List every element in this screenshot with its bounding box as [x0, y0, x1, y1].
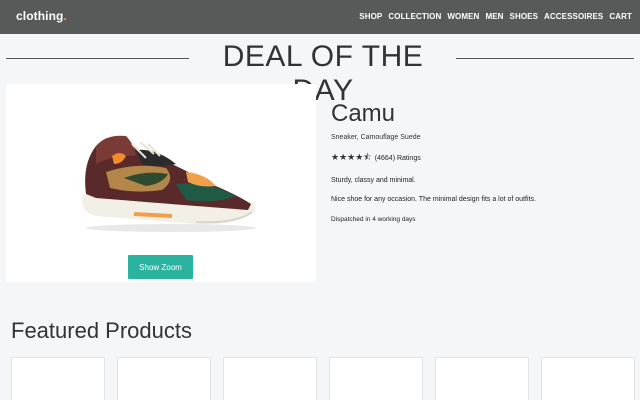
featured-products-list: [11, 357, 635, 400]
brand-logo[interactable]: clothing.: [16, 9, 67, 23]
nav-link-accessoires[interactable]: ACCESSOIRES: [544, 12, 603, 21]
product-image[interactable]: [6, 84, 316, 282]
product-card[interactable]: [329, 357, 423, 400]
nav-link-shoes[interactable]: SHOES: [510, 12, 539, 21]
product-description-short: Sturdy, classy and minimal.: [331, 177, 416, 184]
nav-link-women[interactable]: WOMEN: [447, 12, 479, 21]
product-card[interactable]: [117, 357, 211, 400]
nav-link-men[interactable]: MEN: [485, 12, 503, 21]
show-zoom-button[interactable]: Show Zoom: [128, 255, 193, 279]
navbar: clothing. SHOP COLLECTION WOMEN MEN SHOE…: [0, 0, 640, 34]
deal-divider-right: [456, 58, 634, 59]
deal-divider-left: [6, 58, 189, 59]
sneaker-image: [81, 135, 256, 232]
dispatch-info: Dispatched in 4 working days: [331, 216, 416, 223]
rating-count: (4664) Ratings: [374, 154, 421, 162]
brand-text: clothing: [16, 9, 64, 23]
product-card[interactable]: [541, 357, 635, 400]
product-name: Camu: [331, 100, 396, 127]
nav-links: SHOP COLLECTION WOMEN MEN SHOES ACCESSOI…: [359, 12, 632, 21]
nav-link-cart[interactable]: CART: [609, 12, 632, 21]
product-info: Camu Sneaker, Camouflage Suede ★★★★⯪ (46…: [331, 100, 631, 223]
brand-dot: .: [63, 9, 67, 23]
product-rating: ★★★★⯪ (4664) Ratings: [331, 150, 631, 166]
featured-products-title: Featured Products: [11, 318, 192, 343]
nav-link-shop[interactable]: SHOP: [359, 12, 382, 21]
rating-stars-icon: ★★★★⯪: [331, 152, 372, 162]
product-card[interactable]: [11, 357, 105, 400]
product-card[interactable]: [435, 357, 529, 400]
nav-link-collection[interactable]: COLLECTION: [388, 12, 441, 21]
product-card[interactable]: [223, 357, 317, 400]
product-subtitle: Sneaker, Camouflage Suede: [331, 134, 421, 141]
product-description-long: Nice shoe for any occasion. The minimal …: [331, 196, 536, 203]
